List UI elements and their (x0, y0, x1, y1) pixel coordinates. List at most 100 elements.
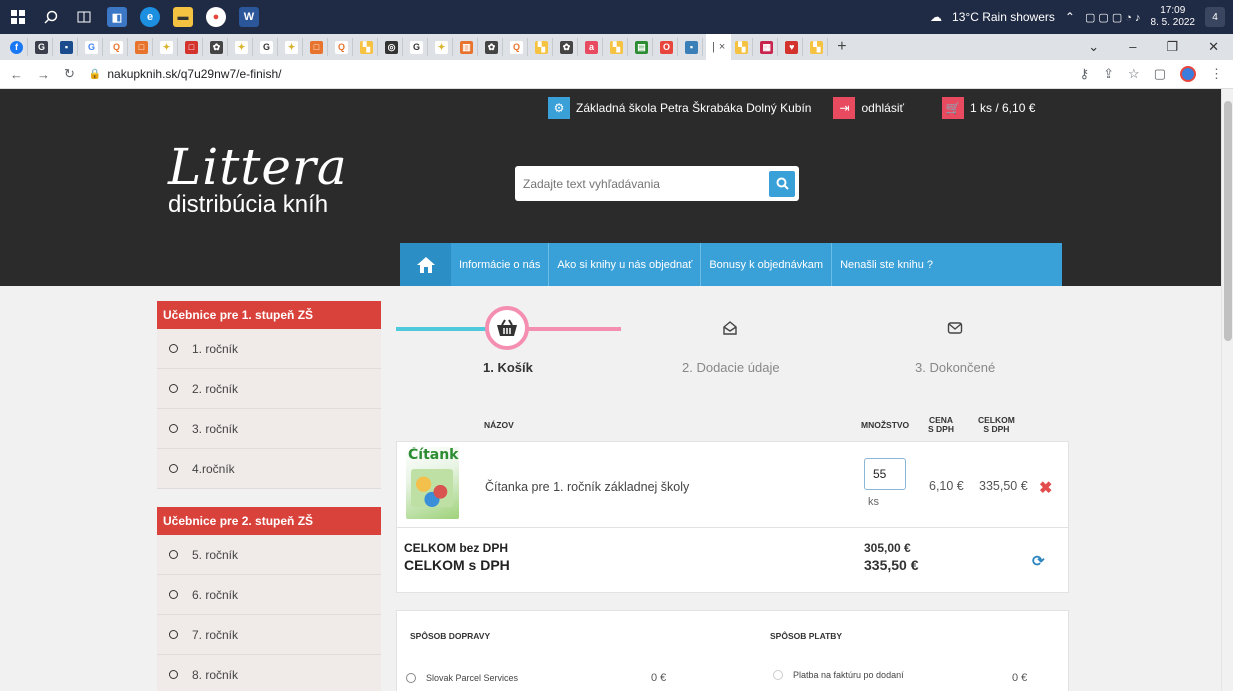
sidebar-item[interactable]: 5. ročník (157, 535, 381, 575)
profile-avatar[interactable] (1180, 66, 1196, 82)
book-cover-image[interactable]: Čítanka (406, 447, 459, 519)
sidebar-item[interactable]: 4.ročník (157, 449, 381, 489)
file-explorer-icon[interactable]: ▬ (173, 7, 193, 27)
tab[interactable]: □ (131, 38, 153, 56)
tab[interactable]: ▚ (531, 38, 553, 56)
refresh-cart-icon[interactable]: ⟳ (1032, 552, 1045, 570)
notifications-icon[interactable]: 4 (1205, 7, 1225, 27)
tab[interactable]: Q (506, 38, 528, 56)
settings-gear-icon[interactable]: ⚙ (548, 97, 570, 119)
nav-item-not-found[interactable]: Nenašli ste knihu ? (832, 243, 941, 286)
tab[interactable]: ▪ (56, 38, 78, 56)
share-icon[interactable]: ⇪ (1103, 66, 1114, 82)
nav-item-bonuses[interactable]: Bonusy k objednávkam (701, 243, 833, 286)
payment-option[interactable]: Platba na faktúru po dodaní (773, 670, 904, 680)
tab[interactable]: Q (106, 38, 128, 56)
weather-text[interactable]: 13°C Rain showers (952, 10, 1055, 24)
tab[interactable]: ♥ (781, 38, 804, 56)
sidepanel-icon[interactable]: ▢ (1154, 66, 1166, 82)
google-icon: G (260, 40, 273, 54)
school-name[interactable]: Základná škola Petra Škrabáka Dolný Kubí… (576, 101, 811, 115)
scrollbar-thumb[interactable] (1224, 101, 1232, 341)
sidebar-item[interactable]: 6. ročník (157, 575, 381, 615)
tab-search-chevron-icon[interactable]: ⌄ (1088, 39, 1099, 55)
tab[interactable]: □ (306, 38, 328, 56)
close-window-icon[interactable]: ✕ (1208, 39, 1219, 55)
shipping-option[interactable]: Slovak Parcel Services (406, 673, 518, 683)
tab[interactable]: ▚ (731, 38, 754, 56)
remove-item-icon[interactable]: ✖ (1039, 478, 1052, 498)
tab[interactable]: ✿ (481, 38, 503, 56)
sidebar-item[interactable]: 8. ročník (157, 655, 381, 691)
sidebar-item[interactable]: 2. ročník (157, 369, 381, 409)
logo-sub-text: distribúcia kníh (168, 191, 329, 218)
logout-link[interactable]: odhlásiť (861, 101, 904, 115)
bookmark-star-icon[interactable]: ☆ (1128, 66, 1140, 82)
payment-radio[interactable] (773, 670, 783, 680)
tab[interactable]: ◎ (381, 38, 403, 56)
tab[interactable]: f (6, 38, 28, 56)
sidebar-item[interactable]: 1. ročník (157, 329, 381, 369)
tab[interactable]: ▚ (356, 38, 378, 56)
tab[interactable]: G (31, 38, 53, 56)
word-icon[interactable]: W (239, 7, 259, 27)
restore-icon[interactable]: ❐ (1166, 39, 1178, 55)
tab[interactable]: ▚ (806, 38, 829, 56)
tab[interactable]: ✿ (556, 38, 578, 56)
site-logo[interactable]: Littera distribúcia kníh (168, 141, 348, 219)
tab[interactable]: ▚ (606, 38, 628, 56)
active-tab[interactable]: | × (706, 34, 732, 60)
tab[interactable]: ▦ (756, 38, 779, 56)
shipping-radio[interactable] (406, 673, 416, 683)
tab[interactable]: ✦ (431, 38, 453, 56)
edge-browser-icon[interactable]: e (140, 7, 160, 27)
forward-arrow-icon[interactable]: → (37, 67, 50, 82)
tab[interactable]: ✿ (206, 38, 228, 56)
product-name[interactable]: Čítanka pre 1. ročník základnej školy (485, 480, 689, 494)
reload-icon[interactable]: ↻ (64, 66, 75, 82)
logo-main-text: Littera (168, 138, 348, 196)
tab[interactable]: ▥ (456, 38, 478, 56)
tab[interactable]: G (256, 38, 278, 56)
system-tray-chevron-icon[interactable]: ⌃ (1065, 10, 1075, 24)
search-button[interactable] (769, 170, 795, 197)
page-scrollbar[interactable] (1221, 89, 1233, 691)
sidebar-item[interactable]: 7. ročník (157, 615, 381, 655)
close-tab-icon[interactable]: × (719, 41, 725, 53)
tray-icons[interactable]: ▢ ▢ ▢ ◔ ♪ (1085, 11, 1141, 24)
tab[interactable]: Q (331, 38, 353, 56)
nav-item-about[interactable]: Informácie o nás (451, 243, 550, 286)
app-icon-blue[interactable]: ◧ (107, 7, 127, 27)
search-input[interactable] (523, 176, 769, 191)
tab[interactable]: G (81, 38, 103, 56)
tab[interactable]: ✦ (281, 38, 303, 56)
search-icon[interactable] (41, 7, 61, 27)
cart-summary[interactable]: 1 ks / 6,10 € (970, 101, 1035, 115)
new-tab-button[interactable]: + (837, 38, 846, 56)
sidebar-heading[interactable]: Učebnice pre 1. stupeň ZŠ (157, 301, 381, 329)
task-view-icon[interactable] (74, 7, 94, 27)
home-button[interactable] (400, 243, 451, 286)
clock[interactable]: 17:09 8. 5. 2022 (1151, 5, 1195, 29)
tab[interactable]: G (406, 38, 428, 56)
tab[interactable]: a (581, 38, 603, 56)
cart-icon[interactable]: 🛒 (942, 97, 964, 119)
back-arrow-icon[interactable]: ← (10, 67, 23, 82)
sidebar-heading[interactable]: Učebnice pre 2. stupeň ZŠ (157, 507, 381, 535)
chrome-browser-icon[interactable]: ● (206, 7, 226, 27)
menu-dots-icon[interactable]: ⋮ (1210, 66, 1223, 82)
sidebar-item[interactable]: 3. ročník (157, 409, 381, 449)
windows-start-icon[interactable] (8, 7, 28, 27)
url-field[interactable]: 🔒 nakupknih.sk/q7u29nw7/e-finish/ (89, 67, 282, 81)
tab[interactable]: ✦ (156, 38, 178, 56)
tab[interactable]: ▤ (631, 38, 653, 56)
tab[interactable]: ▪ (681, 38, 703, 56)
key-icon[interactable]: ⚷ (1080, 66, 1090, 82)
tab[interactable]: O (656, 38, 678, 56)
quantity-input[interactable] (864, 458, 906, 490)
logout-icon[interactable]: ⇥ (833, 97, 856, 119)
minimize-icon[interactable]: – (1129, 39, 1136, 55)
tab[interactable]: ✦ (231, 38, 253, 56)
nav-item-how-to-order[interactable]: Ako si knihy u nás objednať (549, 243, 702, 286)
tab[interactable]: □ (181, 38, 203, 56)
